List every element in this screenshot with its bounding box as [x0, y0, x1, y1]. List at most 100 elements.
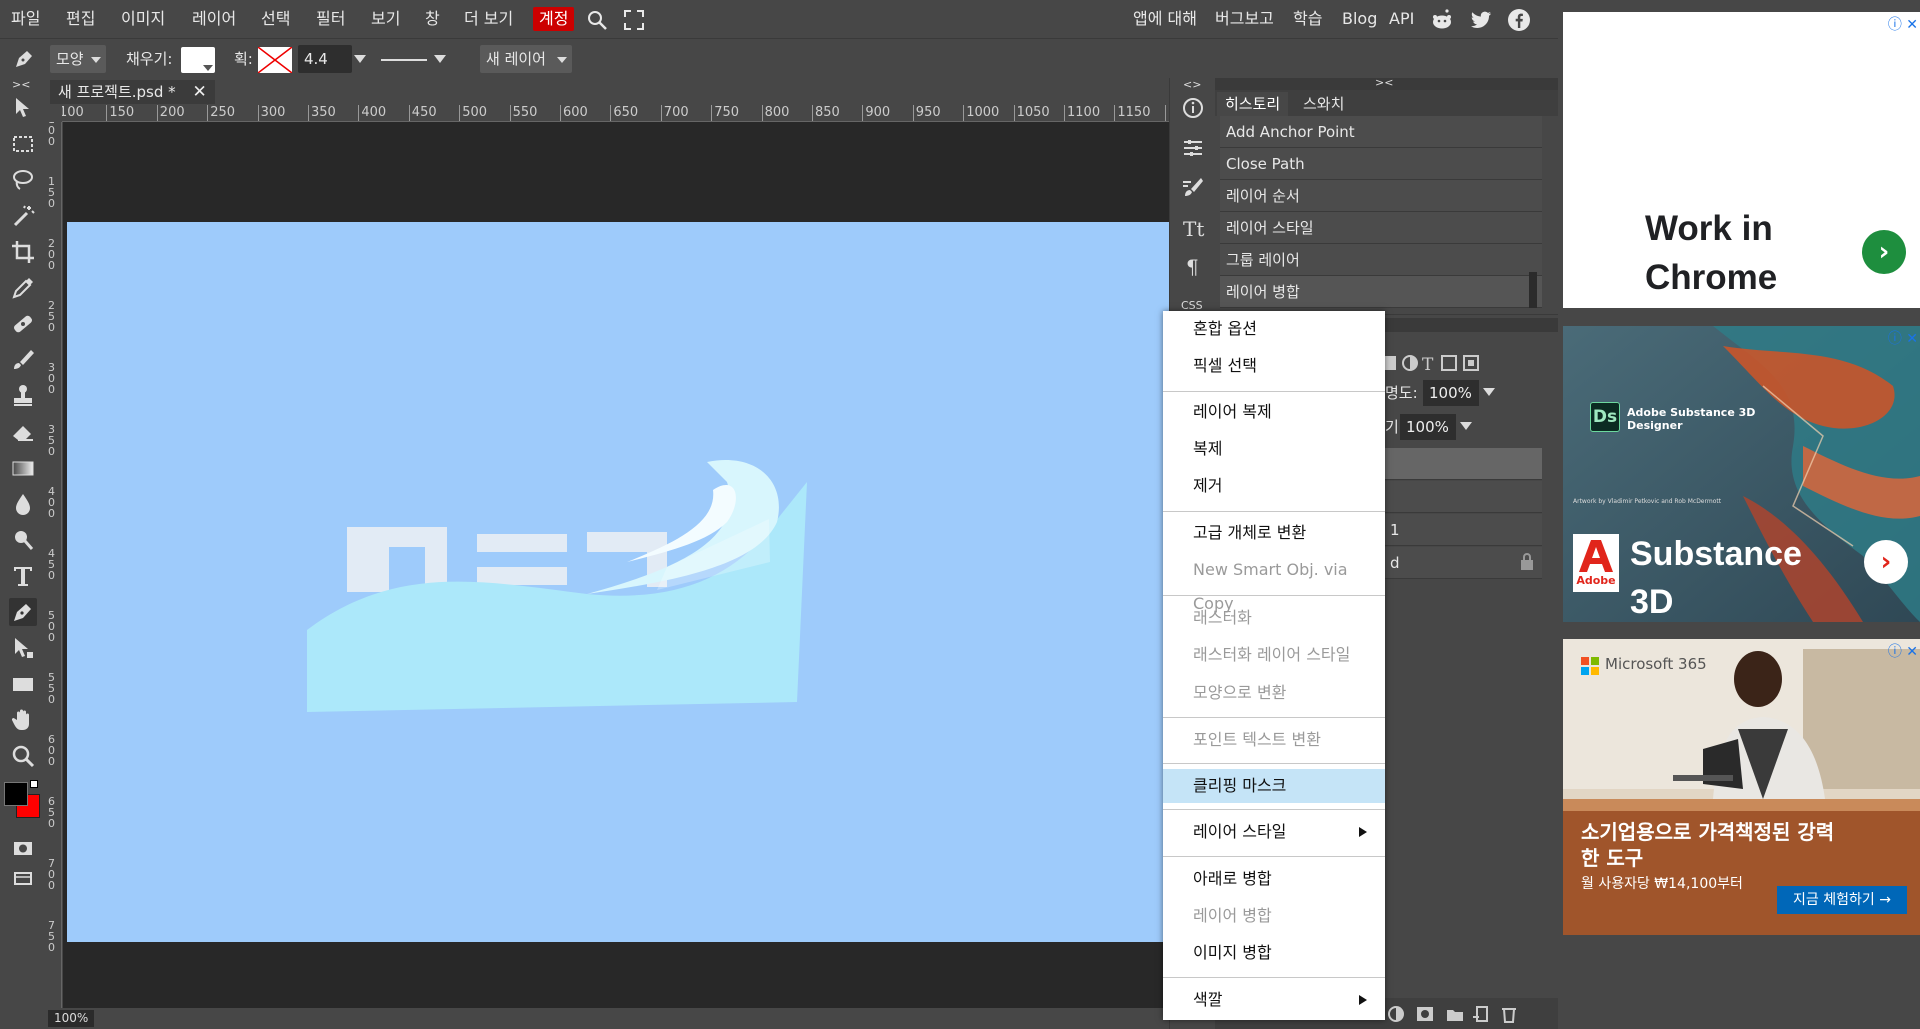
- menu-item-layer-style[interactable]: 레이어 스타일: [1163, 815, 1385, 849]
- ad-chrome[interactable]: ⓘ ✕ Work in Chrome ›: [1563, 12, 1920, 308]
- bug-report-link[interactable]: 버그보고: [1215, 7, 1274, 31]
- quick-mask-icon[interactable]: [9, 834, 37, 862]
- menu-filter[interactable]: 필터: [313, 7, 348, 31]
- menu-select[interactable]: 선택: [258, 7, 293, 31]
- menu-file[interactable]: 파일: [8, 7, 43, 31]
- about-link[interactable]: 앱에 대해: [1133, 7, 1197, 31]
- menu-item-blending-options[interactable]: 혼합 옵션: [1163, 312, 1385, 346]
- fill-dropdown-icon[interactable]: [1460, 422, 1472, 430]
- menu-image[interactable]: 이미지: [118, 7, 168, 31]
- menu-account[interactable]: 계정: [533, 7, 575, 31]
- brush-tool-icon[interactable]: [9, 346, 37, 374]
- close-icon[interactable]: ✕: [192, 82, 206, 102]
- reddit-icon[interactable]: [1430, 8, 1454, 32]
- blog-link[interactable]: Blog: [1342, 7, 1377, 31]
- new-layer-select[interactable]: 새 레이어: [480, 45, 572, 73]
- stroke-style-line[interactable]: [381, 59, 427, 61]
- foreground-color-swatch[interactable]: [4, 782, 28, 806]
- menu-item-duplicate-layer[interactable]: 레이어 복제: [1163, 395, 1385, 429]
- lasso-tool-icon[interactable]: [9, 166, 37, 194]
- chevron-right-icon[interactable]: ›: [1864, 540, 1908, 584]
- twitter-icon[interactable]: [1469, 8, 1493, 32]
- menu-item-merge-down[interactable]: 아래로 병합: [1163, 862, 1385, 896]
- stroke-width-input[interactable]: 4.4 px: [298, 45, 352, 96]
- pen-tool-icon[interactable]: [9, 598, 37, 626]
- learn-link[interactable]: 학습: [1293, 7, 1322, 31]
- move-tool-icon[interactable]: [9, 94, 37, 122]
- fullscreen-icon[interactable]: [622, 8, 646, 32]
- shape-mode-select[interactable]: 모양: [50, 45, 106, 73]
- brush-settings-icon[interactable]: [1179, 174, 1207, 202]
- history-item[interactable]: 레이어 순서: [1220, 180, 1542, 212]
- magic-wand-tool-icon[interactable]: [9, 202, 37, 230]
- ad-close-icon[interactable]: ⓘ ✕: [1884, 328, 1918, 347]
- adjustments-icon[interactable]: [1179, 134, 1207, 162]
- character-icon[interactable]: Tt: [1179, 214, 1207, 242]
- healing-brush-tool-icon[interactable]: [9, 310, 37, 338]
- history-item[interactable]: 레이어 병합: [1220, 276, 1542, 308]
- search-icon[interactable]: [585, 8, 609, 32]
- rectangle-tool-icon[interactable]: [9, 670, 37, 698]
- clone-stamp-tool-icon[interactable]: [9, 382, 37, 410]
- menu-more[interactable]: 더 보기: [461, 7, 516, 31]
- menu-item-color[interactable]: 색깔: [1163, 983, 1385, 1017]
- opacity-input[interactable]: 100%: [1423, 380, 1479, 406]
- default-colors-icon[interactable]: [30, 780, 38, 788]
- zoom-level[interactable]: 100%: [48, 1010, 95, 1027]
- ad-adobe[interactable]: ⓘ ✕ Ds Adobe Substance 3D Designer Artwo…: [1563, 326, 1920, 622]
- menu-item-convert-smart-object[interactable]: 고급 개체로 변환: [1163, 516, 1385, 550]
- vertical-ruler: 1 0 0 1 5 0 2 0 0 2 5 0 3 0 0 3 5 0 4 0 0 4 5 0…: [46, 122, 62, 1008]
- stroke-swatch[interactable]: [257, 46, 293, 74]
- ad-microsoft[interactable]: ⓘ ✕ Microsoft 365 소기업용으로 가격책정된 강력한 도구 월 …: [1563, 639, 1920, 935]
- chevron-right-icon[interactable]: ›: [1862, 230, 1906, 274]
- ad-close-icon[interactable]: ⓘ ✕: [1884, 14, 1918, 33]
- screen-mode-icon[interactable]: [9, 864, 37, 892]
- ruler-tick-label: 3 5 0: [48, 423, 55, 458]
- gradient-tool-icon[interactable]: [9, 454, 37, 482]
- hand-tool-icon[interactable]: [9, 706, 37, 734]
- paragraph-icon[interactable]: ¶: [1179, 252, 1207, 280]
- collapse-toggle-icon[interactable]: ><: [12, 78, 30, 91]
- panel-collapse-icon[interactable]: ><: [1375, 76, 1393, 89]
- eyedropper-tool-icon[interactable]: [9, 274, 37, 302]
- history-item[interactable]: 그룹 레이어: [1220, 244, 1542, 276]
- expand-toggle-icon[interactable]: <>: [1183, 78, 1201, 91]
- color-swatches[interactable]: [4, 780, 42, 820]
- zoom-tool-icon[interactable]: [9, 742, 37, 770]
- menu-window[interactable]: 창: [422, 7, 443, 31]
- history-item[interactable]: Add Anchor Point: [1220, 116, 1542, 148]
- dodge-tool-icon[interactable]: [9, 526, 37, 554]
- workspace[interactable]: [63, 122, 1169, 1008]
- tab-history[interactable]: 히스토리: [1217, 92, 1289, 116]
- canvas[interactable]: [67, 222, 1169, 942]
- history-item[interactable]: Close Path: [1220, 148, 1542, 180]
- fill-swatch[interactable]: [181, 47, 215, 73]
- eraser-tool-icon[interactable]: [9, 418, 37, 446]
- blur-tool-icon[interactable]: [9, 490, 37, 518]
- menu-item-duplicate[interactable]: 복제: [1163, 432, 1385, 466]
- path-select-tool-icon[interactable]: [9, 634, 37, 662]
- text-tool-icon[interactable]: [9, 562, 37, 590]
- opacity-dropdown-icon[interactable]: [1483, 388, 1495, 396]
- info-icon[interactable]: [1179, 94, 1207, 122]
- menu-item-select-pixels[interactable]: 픽셀 선택: [1163, 349, 1385, 383]
- history-scrollbar[interactable]: [1529, 272, 1537, 308]
- history-item[interactable]: 레이어 스타일: [1220, 212, 1542, 244]
- stroke-style-dropdown-icon[interactable]: [434, 55, 446, 63]
- stroke-width-dropdown-icon[interactable]: [354, 55, 366, 63]
- menu-item-delete[interactable]: 제거: [1163, 469, 1385, 503]
- menu-item-clipping-mask[interactable]: 클리핑 마스크: [1163, 769, 1385, 803]
- api-link[interactable]: API: [1389, 7, 1414, 31]
- menu-item-flatten-image[interactable]: 이미지 병합: [1163, 936, 1385, 970]
- facebook-icon[interactable]: [1507, 8, 1531, 32]
- ad-cta-button[interactable]: 지금 체험하기 →: [1777, 886, 1907, 914]
- menu-view[interactable]: 보기: [368, 7, 403, 31]
- ad-close-icon[interactable]: ⓘ ✕: [1884, 641, 1918, 660]
- tab-swatches[interactable]: 스와치: [1295, 92, 1352, 116]
- menu-layer[interactable]: 레이어: [189, 7, 239, 31]
- document-tab[interactable]: 새 프로젝트.psd * ✕: [50, 80, 215, 104]
- fill-input[interactable]: 100%: [1400, 414, 1456, 440]
- menu-edit[interactable]: 편집: [63, 7, 98, 31]
- marquee-tool-icon[interactable]: [9, 130, 37, 158]
- crop-tool-icon[interactable]: [9, 238, 37, 266]
